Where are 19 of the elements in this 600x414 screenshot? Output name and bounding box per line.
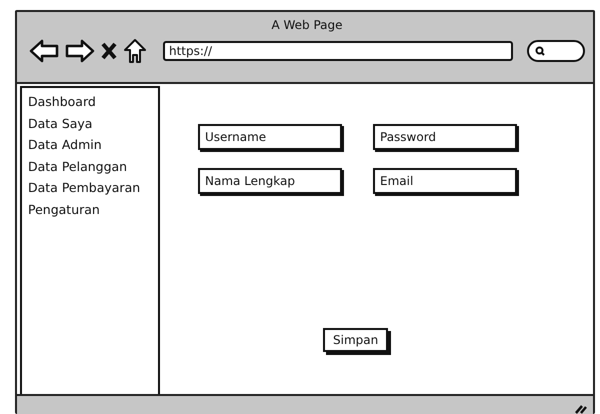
save-button[interactable]: Simpan <box>323 328 388 352</box>
home-icon[interactable] <box>123 38 147 64</box>
sidebar-item[interactable]: Data Pelanggan <box>28 156 152 177</box>
sidebar-item[interactable]: Pengaturan <box>28 198 152 220</box>
sidebar-item[interactable]: Data Saya <box>28 112 152 134</box>
address-bar[interactable]: https:// <box>163 41 513 61</box>
sidebar-item[interactable]: Data Admin <box>28 134 152 156</box>
window-title: A Web Page <box>271 18 343 32</box>
input-field[interactable]: Email <box>373 168 517 194</box>
search-field[interactable] <box>527 40 585 62</box>
sidebar-item[interactable]: Data Pembayaran <box>28 177 152 198</box>
back-arrow-icon[interactable] <box>29 39 59 63</box>
input-field[interactable]: Password <box>373 124 517 150</box>
input-field[interactable]: Username <box>198 124 342 150</box>
close-icon[interactable] <box>101 42 117 60</box>
input-field[interactable]: Nama Lengkap <box>198 168 342 194</box>
forward-arrow-icon[interactable] <box>65 39 95 63</box>
sidebar-item[interactable]: Dashboard <box>28 91 152 112</box>
search-icon <box>535 46 545 56</box>
